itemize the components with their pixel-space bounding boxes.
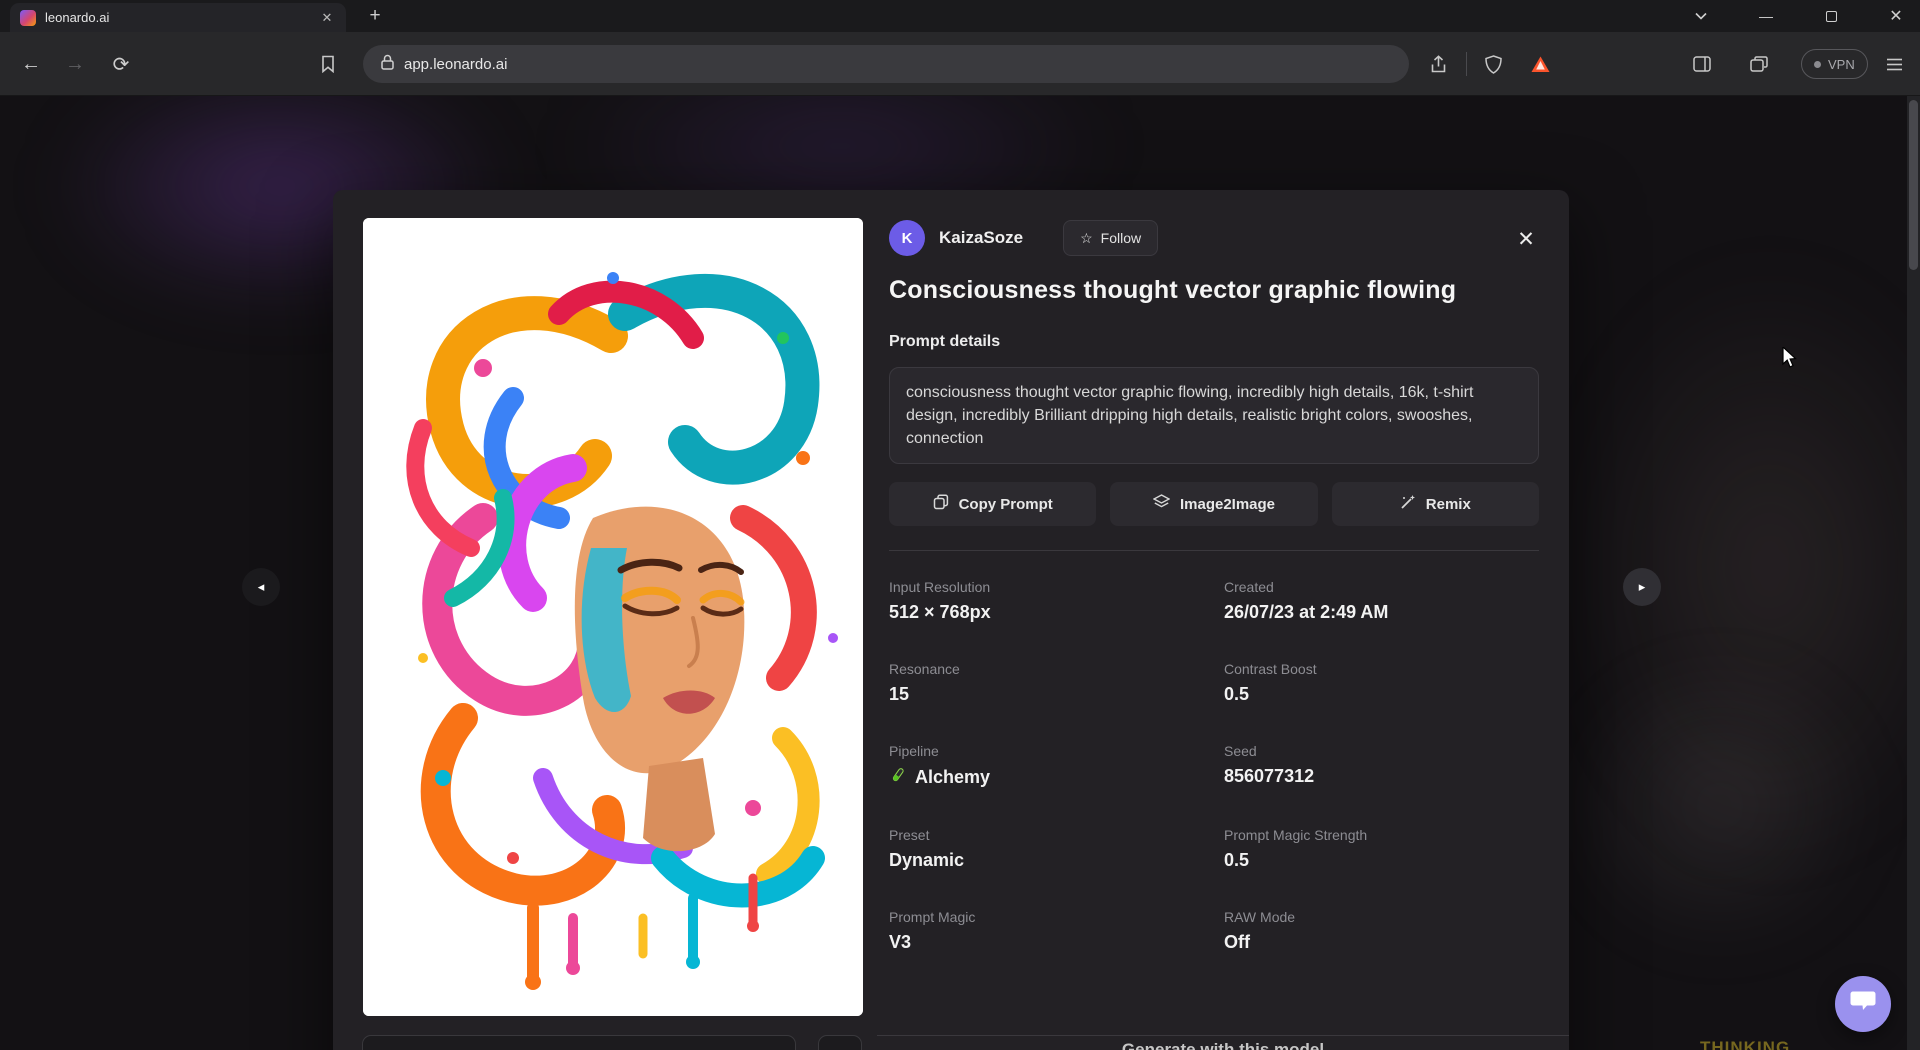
thumbnail-strip[interactable] bbox=[362, 1035, 796, 1050]
tab-title: leonardo.ai bbox=[45, 10, 309, 25]
vpn-label: VPN bbox=[1828, 57, 1855, 72]
image2image-label: Image2Image bbox=[1180, 496, 1275, 513]
maximize-icon bbox=[1826, 11, 1837, 22]
brave-lion-icon[interactable] bbox=[1522, 46, 1558, 82]
mouse-cursor bbox=[1782, 347, 1802, 374]
toolbar-divider bbox=[1466, 52, 1467, 76]
copy-icon bbox=[933, 494, 949, 514]
window-maximize-button[interactable] bbox=[1813, 0, 1849, 32]
wand-icon bbox=[1400, 494, 1416, 514]
thumbnail-strip-button[interactable] bbox=[818, 1035, 862, 1050]
bookmark-icon[interactable] bbox=[310, 46, 346, 82]
detail-prompt-magic-strength: Prompt Magic Strength 0.5 bbox=[1224, 827, 1539, 871]
lock-icon bbox=[381, 54, 394, 75]
copy-prompt-button[interactable]: Copy Prompt bbox=[889, 482, 1096, 526]
vpn-button[interactable]: VPN bbox=[1801, 49, 1868, 79]
tab-strip: leonardo.ai ✕ + — ✕ bbox=[0, 0, 1920, 32]
detail-preset: Preset Dynamic bbox=[889, 827, 1204, 871]
detail-panel: K KaizaSoze ☆ Follow Consciousness thoug… bbox=[889, 216, 1539, 953]
background-glow bbox=[1560, 256, 1920, 876]
back-button[interactable]: ← bbox=[13, 46, 49, 82]
prompt-text: consciousness thought vector graphic flo… bbox=[889, 367, 1539, 464]
background-glow bbox=[1560, 656, 1880, 956]
image2image-button[interactable]: Image2Image bbox=[1110, 482, 1317, 526]
copy-prompt-label: Copy Prompt bbox=[959, 496, 1053, 513]
author-row: K KaizaSoze ☆ Follow bbox=[889, 216, 1539, 260]
details-grid: Input Resolution 512 × 768px Created 26/… bbox=[889, 579, 1539, 953]
test-tube-icon bbox=[889, 766, 907, 789]
forward-button[interactable]: → bbox=[57, 46, 93, 82]
detail-prompt-magic: Prompt Magic V3 bbox=[889, 909, 1204, 953]
layers-icon bbox=[1153, 494, 1170, 514]
follow-button[interactable]: ☆ Follow bbox=[1063, 220, 1158, 256]
avatar[interactable]: K bbox=[889, 220, 925, 256]
author-name[interactable]: KaizaSoze bbox=[939, 228, 1023, 248]
sidebar-toggle-icon[interactable] bbox=[1684, 46, 1720, 82]
remix-label: Remix bbox=[1426, 496, 1471, 513]
browser-toolbar: ← → ⟳ app.leonardo.ai VPN bbox=[0, 32, 1920, 96]
previous-image-button[interactable]: ◂ bbox=[242, 568, 280, 606]
menu-icon[interactable] bbox=[1876, 46, 1912, 82]
video-watermark: THINKING bbox=[1700, 1038, 1790, 1050]
vpn-status-dot bbox=[1814, 61, 1821, 68]
prompt-details-heading: Prompt details bbox=[889, 333, 1539, 351]
remix-button[interactable]: Remix bbox=[1332, 482, 1539, 526]
brave-shield-icon[interactable] bbox=[1475, 46, 1511, 82]
action-buttons: Copy Prompt Image2Image Remix bbox=[889, 482, 1539, 526]
chat-bubble-icon bbox=[1850, 990, 1876, 1019]
next-image-button[interactable]: ▸ bbox=[1623, 568, 1661, 606]
follow-label: Follow bbox=[1101, 230, 1141, 246]
reload-button[interactable]: ⟳ bbox=[103, 46, 139, 82]
scrollbar-thumb[interactable] bbox=[1909, 100, 1918, 270]
panels-icon[interactable] bbox=[1741, 46, 1777, 82]
detail-pipeline: Pipeline Alchemy bbox=[889, 743, 1204, 789]
new-tab-button[interactable]: + bbox=[362, 4, 388, 28]
chat-support-button[interactable] bbox=[1835, 976, 1891, 1032]
window-minimize-button[interactable]: — bbox=[1748, 0, 1784, 32]
chevron-down-icon[interactable] bbox=[1683, 0, 1719, 32]
detail-raw-mode: RAW Mode Off bbox=[1224, 909, 1539, 953]
leonardo-favicon bbox=[20, 10, 36, 26]
browser-tab[interactable]: leonardo.ai ✕ bbox=[10, 3, 346, 32]
image-detail-modal: ✕ K KaizaSoze ☆ Follow Consciousness tho… bbox=[333, 190, 1569, 1050]
detail-contrast-boost: Contrast Boost 0.5 bbox=[1224, 661, 1539, 705]
detail-resonance: Resonance 15 bbox=[889, 661, 1204, 705]
page-scrollbar[interactable] bbox=[1907, 96, 1920, 1050]
generate-with-model-button[interactable]: Generate with this model bbox=[877, 1035, 1569, 1050]
image-title: Consciousness thought vector graphic flo… bbox=[889, 276, 1539, 305]
page-background: ✕ K KaizaSoze ☆ Follow Consciousness tho… bbox=[0, 96, 1920, 1050]
tab-close-icon[interactable]: ✕ bbox=[318, 9, 336, 27]
detail-created: Created 26/07/23 at 2:49 AM bbox=[1224, 579, 1539, 623]
share-icon[interactable] bbox=[1420, 46, 1456, 82]
url-text: app.leonardo.ai bbox=[404, 56, 507, 73]
generate-label: Generate with this model bbox=[1122, 1040, 1324, 1050]
detail-seed: Seed 856077312 bbox=[1224, 743, 1539, 789]
window-close-button[interactable]: ✕ bbox=[1878, 0, 1914, 32]
generated-artwork-image bbox=[363, 218, 863, 1016]
divider bbox=[889, 550, 1539, 551]
address-bar[interactable]: app.leonardo.ai bbox=[363, 45, 1409, 83]
detail-input-resolution: Input Resolution 512 × 768px bbox=[889, 579, 1204, 623]
star-icon: ☆ bbox=[1080, 230, 1093, 247]
